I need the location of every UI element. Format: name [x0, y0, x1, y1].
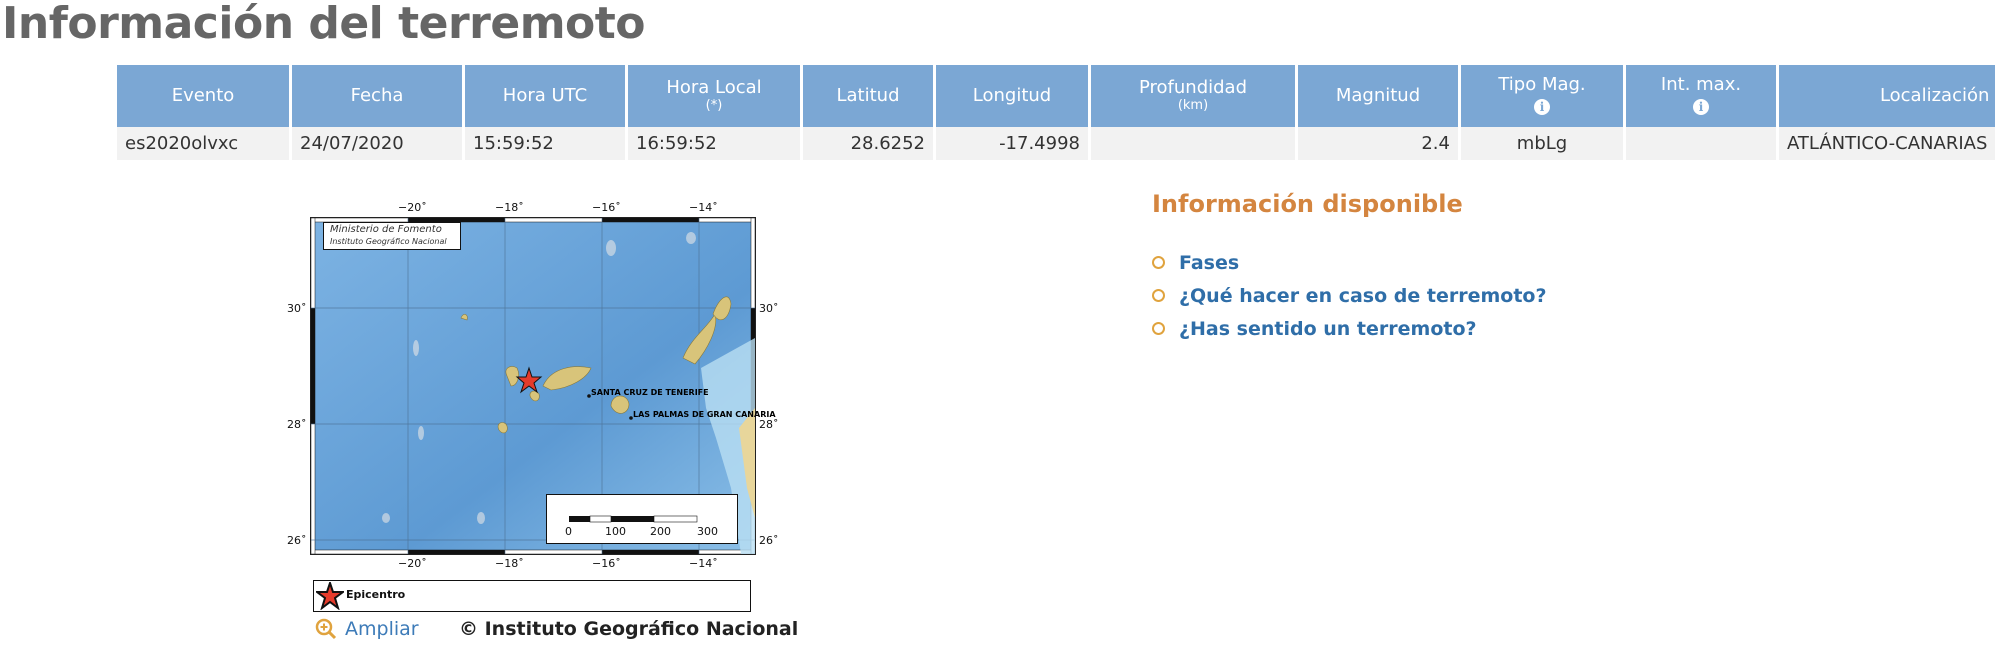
x-tick-top: −18˚: [495, 201, 524, 214]
page-title: Información del terremoto: [2, 0, 646, 49]
zoom-in-icon: [315, 618, 337, 640]
cell-int-max: [1626, 127, 1776, 160]
copyright-text: © Instituto Geográfico Nacional: [459, 618, 799, 640]
x-tick-top: −16˚: [592, 201, 621, 214]
y-tick-right: 26˚: [759, 534, 779, 547]
cell-fecha: 24/07/2020: [292, 127, 462, 160]
ampliar-link[interactable]: Ampliar: [315, 618, 419, 640]
y-tick-right: 28˚: [759, 418, 779, 431]
cell-magnitud: 2.4: [1298, 127, 1458, 160]
cell-localizacion: ATLÁNTICO-CANARIAS: [1779, 127, 1996, 160]
info-icon[interactable]: i: [1693, 99, 1709, 115]
cell-latitud: 28.6252: [803, 127, 933, 160]
x-tick-bottom: −20˚: [398, 557, 427, 570]
x-tick-top: −14˚: [689, 201, 718, 214]
th-fecha[interactable]: Fecha: [292, 65, 462, 127]
y-tick-right: 30˚: [759, 302, 779, 315]
epicenter-map[interactable]: −20˚ −18˚ −16˚ −14˚ −20˚ −18˚ −16˚ −14˚ …: [270, 195, 790, 570]
city-label: SANTA CRUZ DE TENERIFE: [591, 388, 709, 397]
th-tipo-mag[interactable]: Tipo Mag. i: [1461, 65, 1623, 127]
bullet-circle-icon: [1152, 256, 1165, 269]
th-hora-utc[interactable]: Hora UTC: [465, 65, 625, 127]
map-credit: Ministerio de Fomento Instituto Geográfi…: [323, 222, 461, 250]
legend-label: Epicentro: [346, 588, 406, 601]
y-tick-left: 26˚: [287, 534, 307, 547]
cell-hora-utc: 15:59:52: [465, 127, 625, 160]
cell-evento: es2020olvxc: [117, 127, 289, 160]
info-links: Fases ¿Qué hacer en caso de terremoto? ¿…: [1152, 246, 1546, 345]
link-que-hacer[interactable]: ¿Qué hacer en caso de terremoto?: [1152, 279, 1546, 312]
th-int-max[interactable]: Int. max. i: [1626, 65, 1776, 127]
x-tick-bottom: −16˚: [592, 557, 621, 570]
scale-bar: 0 100 200 300: [546, 494, 738, 544]
y-tick-left: 28˚: [287, 418, 307, 431]
bullet-circle-icon: [1152, 322, 1165, 335]
th-latitud[interactable]: Latitud: [803, 65, 933, 127]
th-profundidad[interactable]: Profundidad (km): [1091, 65, 1295, 127]
table-header-row: Evento Fecha Hora UTC Hora Local (*) Lati…: [117, 65, 1996, 127]
epicenter-star-icon: [316, 582, 344, 610]
th-evento[interactable]: Evento: [117, 65, 289, 127]
ampliar-label[interactable]: Ampliar: [345, 618, 419, 640]
bullet-circle-icon: [1152, 289, 1165, 302]
cell-longitud: -17.4998: [936, 127, 1088, 160]
th-localizacion[interactable]: Localización: [1779, 65, 1996, 127]
table-row: es2020olvxc 24/07/2020 15:59:52 16:59:52…: [117, 127, 1996, 160]
y-tick-left: 30˚: [287, 302, 307, 315]
map-frame: SANTA CRUZ DE TENERIFE LAS PALMAS DE GRA…: [310, 217, 776, 555]
cell-hora-local: 16:59:52: [628, 127, 800, 160]
x-tick-bottom: −14˚: [689, 557, 718, 570]
info-title: Información disponible: [1152, 190, 1463, 218]
x-tick-top: −20˚: [398, 201, 427, 214]
map-legend: Epicentro: [313, 580, 751, 612]
event-table: Evento Fecha Hora UTC Hora Local (*) Lati…: [114, 65, 1998, 160]
th-hora-local[interactable]: Hora Local (*): [628, 65, 800, 127]
th-longitud[interactable]: Longitud: [936, 65, 1088, 127]
x-tick-bottom: −18˚: [495, 557, 524, 570]
cell-tipo-mag: mbLg: [1461, 127, 1623, 160]
link-fases[interactable]: Fases: [1152, 246, 1546, 279]
city-label: LAS PALMAS DE GRAN CANARIA: [633, 410, 776, 419]
th-magnitud[interactable]: Magnitud: [1298, 65, 1458, 127]
info-icon[interactable]: i: [1534, 99, 1550, 115]
cell-profundidad: [1091, 127, 1295, 160]
link-has-sentido[interactable]: ¿Has sentido un terremoto?: [1152, 312, 1546, 345]
